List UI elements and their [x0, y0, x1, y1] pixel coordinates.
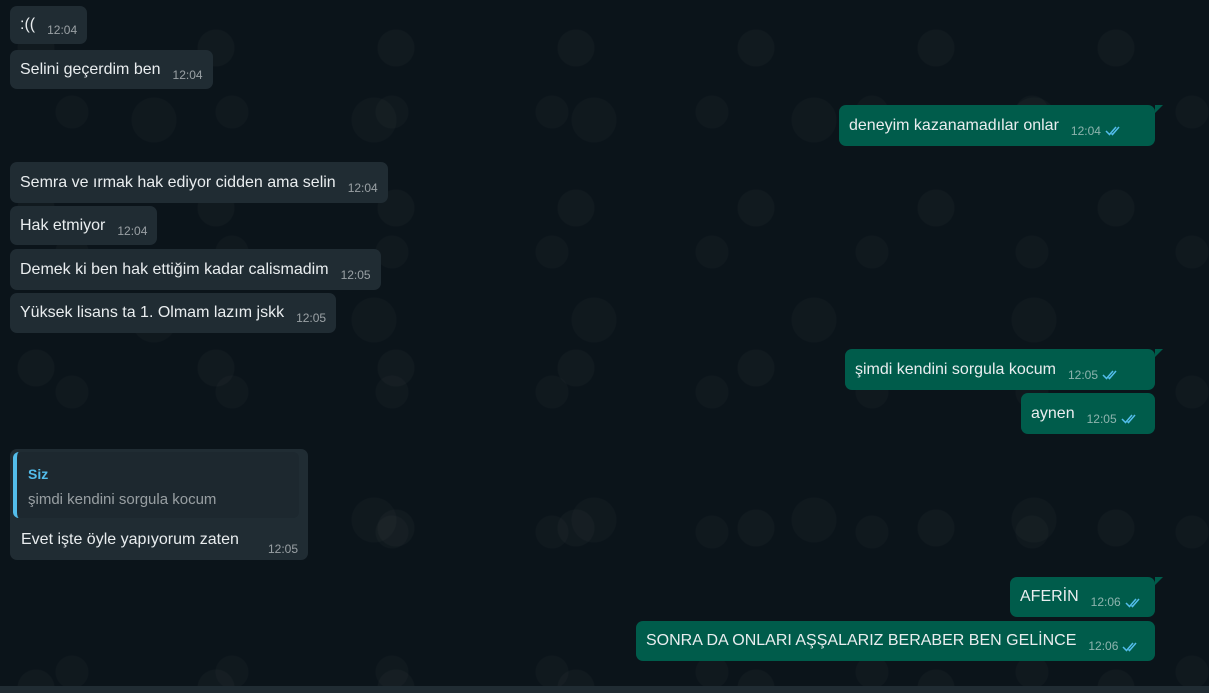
double-check-icon — [1105, 125, 1123, 136]
message-outgoing[interactable]: AFERİN 12:06 — [1010, 577, 1163, 617]
message-time: 12:05 — [296, 311, 327, 325]
composer-bar-edge — [0, 686, 1209, 693]
message-time: 12:05 — [268, 542, 299, 556]
message-incoming[interactable]: Hak etmiyor 12:04 — [10, 206, 158, 245]
message-time: 12:05 — [1067, 367, 1099, 382]
message-text: SONRA DA ONLARI AŞŞALARIZ BERABER BEN GE… — [646, 632, 1077, 649]
message-text: Semra ve ırmak hak ediyor cidden ama sel… — [20, 173, 336, 191]
message-time: 12:04 — [117, 223, 148, 238]
message-outgoing[interactable]: SONRA DA ONLARI AŞŞALARIZ BERABER BEN GE… — [636, 621, 1155, 661]
message-text: Demek ki ben hak ettiğim kadar calismadi… — [20, 260, 329, 278]
message-text: :(( — [20, 16, 36, 33]
message-text: Yüksek lisans ta 1. Olmam lazım jskk — [20, 304, 285, 321]
message-text: AFERİN — [1020, 588, 1079, 605]
message-time: 12:04 — [1070, 123, 1101, 138]
message-text: Selini geçerdim ben — [20, 60, 161, 78]
message-text: şimdi kendini sorgula kocum — [855, 360, 1056, 378]
message-text: Evet işte öyle yapıyorum zaten — [21, 531, 239, 548]
message-incoming[interactable]: :(( 12:04 — [10, 6, 88, 44]
message-time: 12:04 — [347, 180, 378, 195]
double-check-icon — [1122, 641, 1140, 652]
double-check-icon — [1102, 369, 1120, 380]
message-incoming[interactable]: Yüksek lisans ta 1. Olmam lazım jskk 12:… — [10, 293, 337, 333]
reply-message[interactable]: Siz şimdi kendini sorgula kocum Evet işt… — [10, 449, 308, 560]
message-time: 12:05 — [1086, 411, 1117, 426]
message-outgoing[interactable]: deneyim kazanamadılar onlar 12:04 — [839, 105, 1163, 146]
double-check-icon — [1121, 413, 1139, 424]
message-text: aynen — [1031, 404, 1075, 422]
message-incoming[interactable]: Selini geçerdim ben 12:04 — [10, 50, 213, 89]
message-time: 12:04 — [172, 67, 203, 82]
message-incoming[interactable]: Semra ve ırmak hak ediyor cidden ama sel… — [10, 162, 388, 203]
message-outgoing[interactable]: şimdi kendini sorgula kocum 12:05 — [845, 349, 1163, 390]
message-incoming[interactable]: Demek ki ben hak ettiğim kadar calismadi… — [10, 249, 381, 290]
chat-area: :(( 12:04 Selini geçerdim ben 12:04 dene… — [0, 0, 1209, 686]
message-time: 12:06 — [1090, 595, 1121, 609]
double-check-icon — [1125, 597, 1143, 608]
quoted-message[interactable]: Siz şimdi kendini sorgula kocum — [13, 452, 299, 518]
message-outgoing[interactable]: aynen 12:05 — [1021, 393, 1155, 434]
quoted-text: şimdi kendini sorgula kocum — [28, 491, 217, 508]
message-time: 12:06 — [1088, 639, 1119, 653]
message-time: 12:04 — [47, 23, 78, 37]
quoted-author: Siz — [28, 466, 49, 482]
message-time: 12:05 — [340, 267, 371, 282]
message-text: deneyim kazanamadılar onlar — [849, 116, 1059, 134]
message-text: Hak etmiyor — [20, 216, 106, 234]
